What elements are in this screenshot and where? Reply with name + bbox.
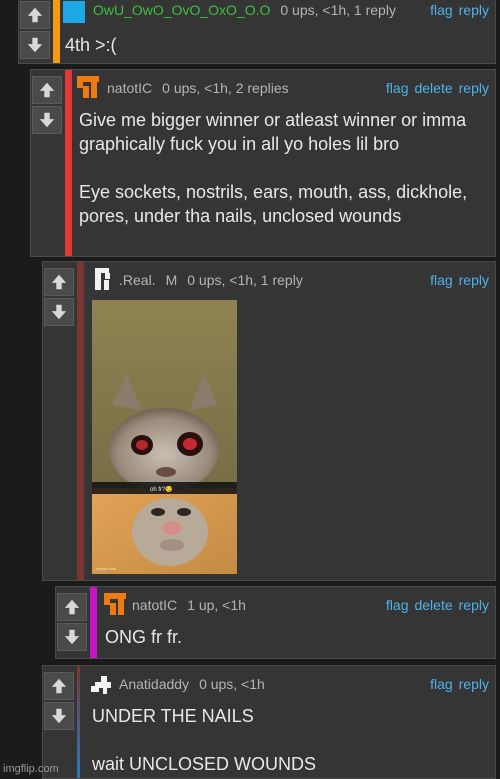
image-caption: oh fr?😏 — [150, 485, 173, 493]
comment-meta: Anatidaddy 0 ups, <1h — [119, 676, 265, 692]
comment-meta: natotIC 1 up, <1h — [132, 597, 246, 613]
mod-badge: M — [165, 272, 178, 288]
comment-stats: 0 ups, <1h, 1 reply — [187, 272, 303, 288]
username-link[interactable]: natotIC — [107, 80, 152, 96]
thread-bar — [77, 262, 84, 580]
comment-stats: 0 ups, <1h — [199, 676, 265, 692]
downvote-button[interactable] — [44, 702, 74, 730]
username-link[interactable]: .Real. — [119, 272, 156, 288]
upvote-arrow-icon — [26, 6, 44, 24]
downvote-arrow-icon — [26, 36, 44, 54]
comment-stats: 1 up, <1h — [187, 597, 246, 613]
downvote-button[interactable] — [57, 623, 87, 651]
thread-bar — [77, 666, 80, 778]
white-pixel-avatar-icon[interactable] — [91, 674, 113, 696]
comment-actions: flag delete reply — [380, 597, 489, 613]
reply-link[interactable]: reply — [459, 80, 489, 96]
comment-4: natotIC 1 up, <1h flag delete reply ONG fr … — [55, 586, 496, 659]
delete-link[interactable]: delete — [414, 597, 452, 613]
comment-text: 4th >:( — [65, 35, 117, 55]
comment-2: natotIC 0 ups, <1h, 2 replies flag delete r… — [30, 69, 496, 257]
upvote-button[interactable] — [44, 672, 74, 700]
username-link[interactable]: natotIC — [132, 597, 177, 613]
flag-link[interactable]: flag — [430, 2, 453, 18]
flag-link[interactable]: flag — [430, 676, 453, 692]
comment-5: Anatidaddy 0 ups, <1h flag reply UNDER THE… — [42, 665, 496, 779]
flag-link[interactable]: flag — [386, 597, 409, 613]
upvote-button[interactable] — [57, 593, 87, 621]
downvote-arrow-icon — [38, 111, 56, 129]
comment-actions: flag delete reply — [380, 80, 489, 96]
vote-controls — [44, 268, 78, 328]
downvote-arrow-icon — [63, 628, 81, 646]
comment-meta: OwU_OwO_OvO_OxO_O.O 0 ups, <1h, 1 reply — [93, 2, 396, 18]
upvote-button[interactable] — [32, 76, 62, 104]
upvote-arrow-icon — [38, 81, 56, 99]
upvote-button[interactable] — [20, 1, 50, 29]
thread-bar — [65, 70, 72, 256]
username-link[interactable]: OwU_OwO_OvO_OxO_O.O — [93, 2, 270, 18]
comment-text: ONG fr fr. — [105, 627, 183, 647]
comment-1: OwU_OwO_OvO_OxO_O.O 0 ups, <1h, 1 reply f… — [18, 0, 496, 64]
white-pixel-avatar-icon[interactable] — [93, 268, 115, 290]
upvote-arrow-icon — [50, 677, 68, 695]
comment-actions: flag reply — [424, 2, 489, 18]
orange-pixel-avatar-icon[interactable] — [104, 593, 126, 615]
flag-link[interactable]: flag — [386, 80, 409, 96]
vote-controls — [32, 76, 66, 136]
username-link[interactable]: Anatidaddy — [119, 676, 189, 692]
upvote-arrow-icon — [50, 273, 68, 291]
downvote-button[interactable] — [32, 106, 62, 134]
upvote-arrow-icon — [63, 598, 81, 616]
upvote-button[interactable] — [44, 268, 74, 296]
reply-link[interactable]: reply — [459, 2, 489, 18]
downvote-arrow-icon — [50, 707, 68, 725]
comment-text: Give me bigger winner or atleast winner … — [79, 110, 468, 226]
comment-stats: 0 ups, <1h, 2 replies — [162, 80, 289, 96]
image-watermark: imgflip.com — [96, 566, 117, 571]
site-watermark: imgflip.com — [3, 763, 59, 775]
comment-meta: .Real. M 0 ups, <1h, 1 reply — [119, 272, 303, 288]
downvote-button[interactable] — [44, 298, 74, 326]
downvote-button[interactable] — [20, 31, 50, 59]
reply-link[interactable]: reply — [459, 272, 489, 288]
comment-stats: 0 ups, <1h, 1 reply — [280, 2, 396, 18]
vote-controls — [20, 1, 54, 61]
vote-controls — [57, 593, 91, 653]
thread-bar — [53, 0, 60, 63]
thread-bar — [90, 587, 97, 658]
comment-actions: flag reply — [424, 676, 489, 692]
orange-pixel-avatar-icon[interactable] — [77, 76, 99, 98]
reply-link[interactable]: reply — [459, 597, 489, 613]
comment-actions: flag reply — [424, 272, 489, 288]
blue-square-avatar-icon[interactable] — [63, 1, 85, 23]
comment-3: .Real. M 0 ups, <1h, 1 reply flag reply — [42, 261, 496, 581]
comment-meta: natotIC 0 ups, <1h, 2 replies — [107, 80, 289, 96]
cat-meme-image[interactable]: oh fr?😏 imgflip.com — [92, 300, 237, 574]
downvote-arrow-icon — [50, 303, 68, 321]
comment-text: UNDER THE NAILS wait UNCLOSED WOUNDS — [92, 706, 317, 774]
flag-link[interactable]: flag — [430, 272, 453, 288]
vote-controls — [44, 672, 78, 732]
delete-link[interactable]: delete — [414, 80, 452, 96]
reply-link[interactable]: reply — [459, 676, 489, 692]
